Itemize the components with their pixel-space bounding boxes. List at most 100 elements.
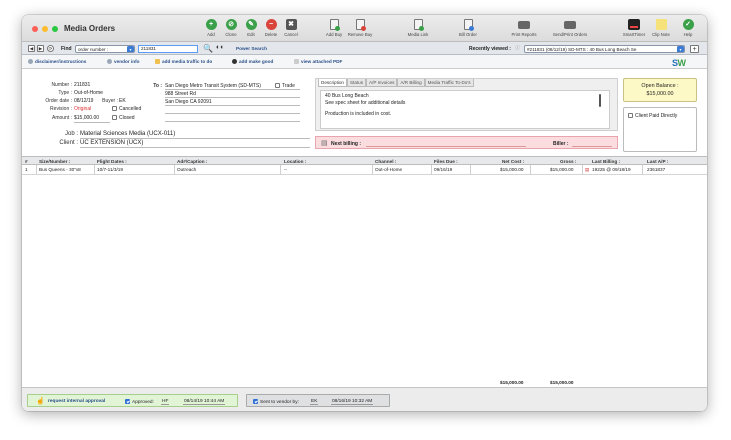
chevron-down-icon: ▾	[677, 45, 684, 52]
sent-checkbox[interactable]: Sent to vendor by:	[253, 398, 299, 405]
sent-at-value: 08/16/19 10:32 AM	[331, 398, 374, 405]
view-pdf-link[interactable]: view attached PDF	[294, 59, 342, 64]
col-gross[interactable]: Gross :	[560, 159, 576, 164]
amount-label: Amount :	[51, 115, 72, 121]
billing-doc-icon: ▤	[321, 140, 328, 147]
add-media-traffic-link[interactable]: add media traffic to do	[155, 59, 212, 64]
vendor-info-link[interactable]: vendor info	[107, 59, 140, 64]
remove-buy-label: Remove Buy	[347, 32, 373, 37]
add-media-traffic-label: add media traffic to do	[162, 59, 213, 64]
divider	[165, 97, 300, 98]
invoice-icon[interactable]: ▤	[585, 167, 589, 173]
order-number[interactable]: 211831	[74, 82, 90, 88]
tab-description[interactable]: Description	[318, 79, 347, 87]
client-paid-checkbox[interactable]: Client Paid Directly	[628, 113, 677, 119]
description-line-3: Production is included in cost.	[325, 111, 392, 117]
open-balance-label: Open Balance :	[641, 83, 679, 89]
closed-checkbox[interactable]: Closed	[112, 115, 135, 121]
help-label: Help	[683, 32, 693, 37]
description-textarea[interactable]: 40 Bus Long Beach See spec sheet for add…	[320, 90, 610, 129]
tab-ar-billing[interactable]: A/R Billing	[397, 79, 425, 87]
approved-checkbox[interactable]: Approved:	[125, 398, 154, 405]
amount-value[interactable]: $15,000.00	[74, 115, 99, 121]
clip-note-label: Clip Note	[652, 32, 670, 37]
next-record-button[interactable]: ▶	[37, 45, 44, 52]
request-approval-link[interactable]: request internal approval	[48, 399, 105, 404]
col-caption[interactable]: Ad#/Caption :	[177, 159, 207, 164]
add-record-plus-icon[interactable]: +	[690, 44, 699, 53]
table-row[interactable]: 1 Bus Queens - 30"x8 10/7-11/3/19 Outrea…	[22, 165, 707, 175]
approval-box: ☝ request internal approval Approved: HF…	[27, 394, 238, 407]
to-label: To :	[153, 83, 162, 89]
find-label: Find	[61, 46, 72, 52]
checkbox-icon	[275, 83, 280, 88]
previous-record-button[interactable]: ◀	[28, 45, 35, 52]
col-net-cost[interactable]: Net Cost :	[502, 159, 524, 164]
biller-field[interactable]	[572, 146, 612, 147]
divider	[80, 138, 310, 139]
remove-buy-button[interactable]: Remove Buy	[344, 19, 376, 37]
footer-bar: ☝ request internal approval Approved: HF…	[22, 387, 707, 411]
cancel-label: Cancel	[284, 32, 298, 37]
help-button[interactable]: ✓ Help	[672, 19, 704, 37]
zoom-window-button[interactable]	[52, 26, 58, 32]
col-size[interactable]: Size/Number :	[39, 159, 70, 164]
cancel-button[interactable]: ✖ Cancel	[275, 19, 307, 37]
recently-viewed-select[interactable]: #211831 (08/12/19) SD-MTS : 40 Bus Long …	[524, 44, 685, 53]
cancel-icon: ✖	[285, 19, 297, 30]
vendor-info-label: vendor info	[114, 59, 140, 64]
disclaimer-link[interactable]: disclaimer/instructions	[28, 59, 86, 64]
tab-status[interactable]: Status	[346, 79, 367, 87]
scrollbar[interactable]	[599, 94, 601, 107]
find-field-select[interactable]: order number : ▾	[75, 44, 135, 53]
minimize-window-button[interactable]	[42, 26, 48, 32]
client-value[interactable]: UC EXTENSION (UCX)	[80, 140, 143, 146]
col-location[interactable]: Location :	[284, 159, 306, 164]
col-last-billing[interactable]: Last Billing :	[592, 159, 620, 164]
media-link-label: Media Link	[407, 32, 429, 37]
cell-divider	[94, 165, 95, 175]
sent-at: 08/16/19 10:32 AM	[331, 398, 374, 405]
tab-media-traffic[interactable]: Media Traffic To-Do's	[424, 79, 474, 87]
search-input[interactable]: 211831	[138, 44, 198, 53]
info-icon[interactable]: ⓘ	[514, 45, 521, 52]
media-link-button[interactable]: Media Link	[402, 19, 434, 37]
cancelled-checkbox[interactable]: Cancelled	[112, 106, 141, 112]
next-billing-field[interactable]	[366, 146, 526, 147]
revision-value[interactable]: Original	[74, 106, 91, 112]
gear-icon	[107, 59, 112, 64]
divider	[80, 147, 310, 148]
disclaimer-label: disclaimer/instructions	[35, 59, 87, 64]
add-make-good-link[interactable]: add make good	[232, 59, 273, 64]
col-last-ap[interactable]: Last A/P :	[647, 159, 668, 164]
divider	[165, 121, 300, 122]
search-icon[interactable]: 🔍	[203, 44, 213, 53]
close-window-button[interactable]	[32, 26, 38, 32]
checkbox-icon	[628, 113, 633, 118]
power-search-link[interactable]: Power Search	[236, 46, 267, 51]
closed-label: Closed	[119, 115, 135, 121]
order-date[interactable]: 08/12/19	[74, 98, 93, 104]
job-value[interactable]: Material Sciences Media (UCX-011)	[80, 131, 175, 137]
window-controls	[32, 26, 58, 32]
sent-by-value: EK	[310, 398, 319, 405]
print-reports-button[interactable]: Print Reports	[508, 19, 540, 37]
bill-order-button[interactable]: Bill Order	[452, 19, 484, 37]
send-print-orders-button[interactable]: Send/Print Orders	[553, 19, 587, 37]
add-buy-label: Add Buy	[325, 32, 343, 37]
cell-net: $15,000.00	[500, 167, 524, 173]
divider	[74, 122, 110, 123]
job-label: Job :	[64, 131, 78, 137]
open-balance-value: $15,000.00	[646, 91, 674, 97]
col-channel[interactable]: Channel :	[375, 159, 396, 164]
order-type[interactable]: Out-of-Home	[74, 90, 103, 96]
tab-ap-invoices[interactable]: A/P Invoices	[366, 79, 398, 87]
binoculars-icon[interactable]: ◐◐	[216, 44, 224, 51]
refresh-icon[interactable]: ⟳	[47, 45, 54, 52]
col-number[interactable]: #	[25, 159, 28, 164]
buyer-value[interactable]: EK	[119, 98, 126, 104]
media-orders-window: Media Orders + Add ⊘ Clone ✎ Edit − Dele…	[22, 15, 707, 411]
col-flight[interactable]: Flight Dates :	[97, 159, 127, 164]
description-panel: Description Status A/P Invoices A/R Bill…	[315, 78, 618, 131]
col-files-due[interactable]: Files Due :	[434, 159, 458, 164]
